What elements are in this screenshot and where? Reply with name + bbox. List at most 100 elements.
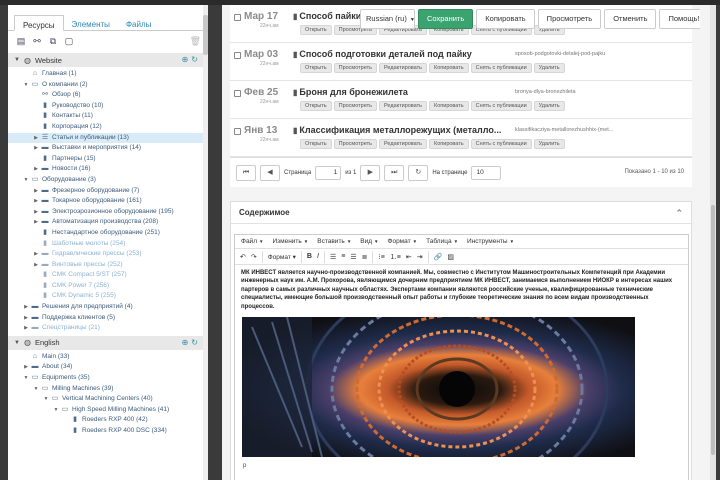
editor-menu-item[interactable]: Вставить ▼: [317, 238, 351, 245]
row-action-button[interactable]: Открыть: [300, 63, 332, 73]
right-scrollbar[interactable]: [710, 5, 716, 480]
tree-node[interactable]: ▶ ▬ Новости (16): [8, 164, 207, 175]
tree-node[interactable]: ▮ Руководство (10): [8, 101, 207, 112]
new-link-icon[interactable]: ⚯: [32, 36, 42, 46]
add-icon[interactable]: ⊕: [182, 55, 192, 64]
tree-node[interactable]: ▮ Шаботные молоты (254): [8, 239, 207, 250]
collapsed-arrow-icon[interactable]: ▶: [22, 323, 30, 334]
tree-node[interactable]: ⌂ Main (33): [8, 352, 207, 363]
row-action-button[interactable]: Снять с публикации: [470, 101, 532, 111]
row-action-button[interactable]: Редактировать: [379, 139, 427, 149]
first-page-button[interactable]: ⏮: [236, 164, 256, 181]
chevron-down-icon[interactable]: ▼: [14, 340, 20, 346]
new-symlink-icon[interactable]: ⧉: [48, 36, 58, 46]
last-page-button[interactable]: ⏭: [384, 164, 405, 181]
italic-icon[interactable]: I: [317, 253, 319, 260]
editor-menu-item[interactable]: Вид ▼: [360, 238, 378, 245]
row-action-button[interactable]: Удалить: [533, 139, 565, 149]
indent-icon[interactable]: ⇥: [417, 253, 423, 261]
editor-menu-item[interactable]: Файл ▼: [241, 238, 263, 245]
tree-node[interactable]: ⌂ Главная (1): [8, 69, 207, 80]
redo-icon[interactable]: ↷: [251, 253, 257, 261]
refresh-icon[interactable]: ↻: [191, 338, 201, 347]
tree-node[interactable]: ▮ CMK Compact 5/ST (257): [8, 270, 207, 281]
collapsed-arrow-icon[interactable]: ▶: [32, 207, 40, 218]
chevron-down-icon[interactable]: ▼: [14, 57, 20, 63]
align-center-icon[interactable]: ≡: [341, 253, 345, 260]
bold-icon[interactable]: B: [307, 253, 312, 260]
collapsed-arrow-icon[interactable]: ▶: [32, 186, 40, 197]
tree-node[interactable]: ▮ Контакты (11): [8, 111, 207, 122]
tree-node[interactable]: ▮ Roeders RXP 400 DSC (334): [8, 426, 207, 437]
row-action-button[interactable]: Копировать: [429, 139, 469, 149]
expanded-arrow-icon[interactable]: ▼: [42, 394, 50, 405]
row-action-button[interactable]: Открыть: [300, 101, 332, 111]
tree-node[interactable]: ▮ Roeders RXP 400 (42): [8, 415, 207, 426]
align-justify-icon[interactable]: ≣: [362, 253, 368, 261]
row-action-button[interactable]: Удалить: [533, 101, 565, 111]
tree-node[interactable]: ▮ Партнеры (15): [8, 154, 207, 165]
tree-node[interactable]: ▶ ▬ Автоматизация производства (208): [8, 217, 207, 228]
tree-node[interactable]: ▼ ▭ High Speed Milling Machines (41): [8, 405, 207, 416]
format-dropdown[interactable]: Формат ▾: [268, 253, 296, 261]
collapsed-arrow-icon[interactable]: ▶: [32, 217, 40, 228]
tree-node[interactable]: ▶ ▬ Поддержка клиентов (5): [8, 313, 207, 324]
tree-node[interactable]: ▮ CMK Dynamic 5 (255): [8, 291, 207, 302]
row-action-button[interactable]: Просмотреть: [333, 139, 377, 149]
content-header[interactable]: Содержимое ⌃: [231, 202, 691, 224]
row-checkbox[interactable]: [234, 90, 241, 97]
tree-node[interactable]: ▼ ▭ Vertical Machining Centers (40): [8, 394, 207, 405]
copy-button[interactable]: Копировать: [476, 9, 535, 29]
per-page-input[interactable]: 10: [471, 165, 502, 180]
tree-node[interactable]: ▮ CMK Power 7 (256): [8, 281, 207, 292]
expanded-arrow-icon[interactable]: ▼: [22, 175, 30, 186]
tree-node[interactable]: ▼ ▭ О компании (2): [8, 80, 207, 91]
row-checkbox[interactable]: [234, 52, 241, 59]
tree-node[interactable]: ▶ ☰ Статьи и публикации (13): [8, 132, 207, 144]
collapse-icon[interactable]: ⌃: [675, 202, 683, 224]
collapsed-arrow-icon[interactable]: ▶: [32, 260, 40, 271]
new-document-icon[interactable]: ▤: [16, 36, 26, 46]
bullet-list-icon[interactable]: ⁝≡: [378, 253, 384, 261]
row-action-button[interactable]: Снять с публикации: [470, 63, 532, 73]
outdent-icon[interactable]: ⇤: [406, 253, 412, 261]
tree-node[interactable]: ▶ ▬ Выставки и мероприятия (14): [8, 143, 207, 154]
language-select[interactable]: Russian (ru) ▼: [360, 9, 415, 29]
refresh-icon[interactable]: ↻: [408, 164, 429, 181]
row-action-button[interactable]: Просмотреть: [333, 63, 377, 73]
add-icon[interactable]: ⊕: [182, 338, 192, 347]
collapsed-arrow-icon[interactable]: ▶: [22, 313, 30, 324]
collapsed-arrow-icon[interactable]: ▶: [32, 164, 40, 175]
left-scrollbar[interactable]: [203, 5, 208, 480]
trash-icon[interactable]: 🗑: [190, 36, 201, 47]
collapsed-arrow-icon[interactable]: ▶: [22, 362, 30, 373]
expanded-arrow-icon[interactable]: ▼: [22, 80, 30, 91]
view-button[interactable]: Просмотреть: [537, 9, 602, 29]
tree-node[interactable]: ▶ ▬ Фрезерное оборудование (7): [8, 186, 207, 197]
collapsed-arrow-icon[interactable]: ▶: [32, 133, 40, 144]
collapsed-arrow-icon[interactable]: ▶: [32, 196, 40, 207]
collapsed-arrow-icon[interactable]: ▶: [32, 249, 40, 260]
numbered-list-icon[interactable]: ⒈≡: [390, 252, 401, 262]
tab-resources[interactable]: Ресурсы: [14, 15, 64, 31]
tree-node[interactable]: ▶ ▬ Винтовые прессы (252): [8, 260, 207, 271]
align-left-icon[interactable]: ☰: [330, 253, 336, 261]
tree-node[interactable]: ▶ ▬ Гидравлические прессы (253): [8, 249, 207, 260]
tree-node[interactable]: ▶ ▬ Решения для предприятий (4): [8, 302, 207, 313]
expanded-arrow-icon[interactable]: ▼: [52, 405, 60, 416]
row-action-button[interactable]: Открыть: [300, 25, 332, 35]
row-checkbox[interactable]: [234, 14, 241, 21]
tree-node[interactable]: ▼ ▭ Equipments (35): [8, 373, 207, 384]
expanded-arrow-icon[interactable]: ▼: [32, 384, 40, 395]
row-action-button[interactable]: Просмотреть: [333, 101, 377, 111]
tree-node[interactable]: ▼ ▭ Milling Machines (39): [8, 384, 207, 395]
page-input[interactable]: 1: [315, 165, 342, 180]
save-button[interactable]: Сохранить: [418, 9, 474, 29]
next-page-button[interactable]: ▶: [360, 164, 381, 181]
row-title[interactable]: ▮ Классификация металлорежущих (металло..…: [293, 125, 501, 135]
editor-menu-item[interactable]: Изменить ▼: [272, 238, 308, 245]
resource-row[interactable]: Янв 13 22нч.ам ▮ Классификация металлорежущ…: [230, 119, 692, 157]
tree-node[interactable]: ▶ ▬ About (34): [8, 362, 207, 373]
align-right-icon[interactable]: ☰: [350, 253, 356, 261]
undo-icon[interactable]: ↶: [240, 253, 246, 261]
